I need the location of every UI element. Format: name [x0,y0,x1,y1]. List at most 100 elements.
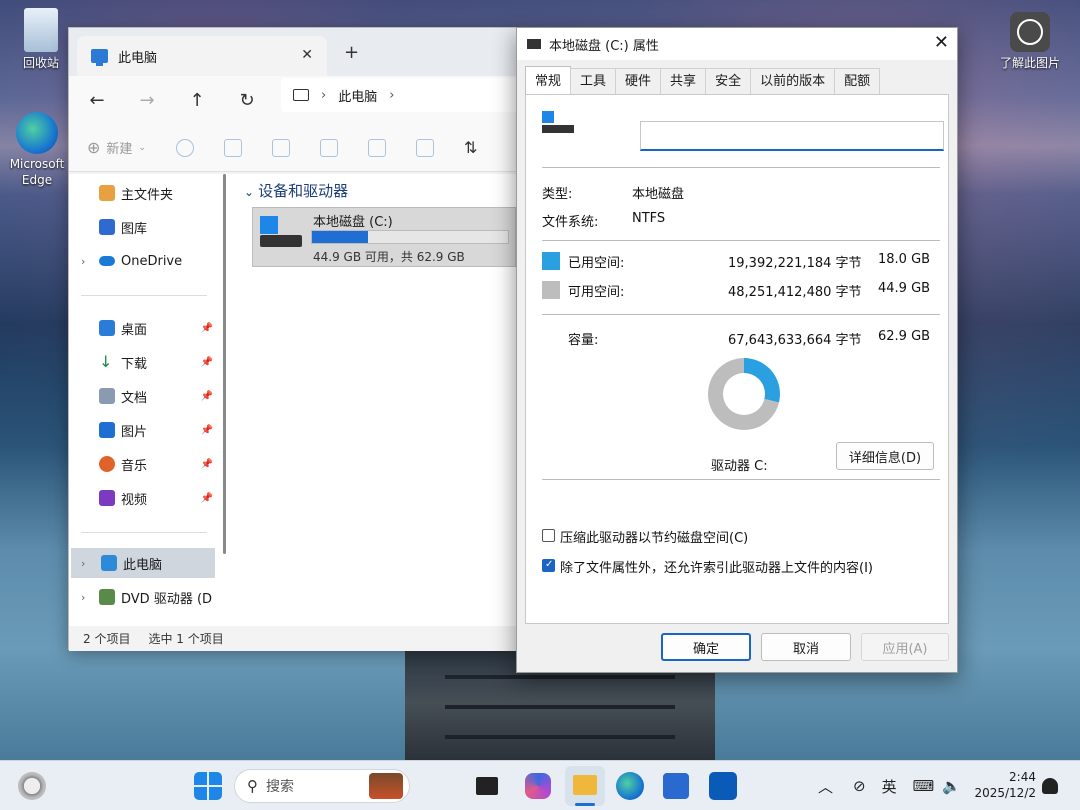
copy-icon[interactable] [223,138,242,157]
nav-item-home[interactable]: 主文件夹 [99,178,237,208]
tab-previous-versions[interactable]: 以前的版本 [750,68,836,94]
file-explorer-window: 此电脑 ✕ + ← → ↑ ↻ › 此电脑 › ⊕ 新建 ⌄ ⇅ 主文件夹 图库… [68,27,521,651]
type-label: 类型: [542,187,573,202]
pin-icon[interactable]: 📌 [201,425,213,436]
nav-label: 桌面 [121,322,148,338]
nav-item-pictures[interactable]: 图片 📌 [99,415,217,445]
used-color-swatch [542,252,560,270]
forward-icon[interactable]: → [137,90,157,111]
ime-indicator[interactable]: 英 [882,776,897,797]
details-button[interactable]: 详细信息(D) [836,442,934,470]
refresh-icon[interactable]: ↻ [237,90,257,111]
usage-donut-chart [708,358,780,430]
nav-item-thispc[interactable]: › 此电脑 [71,548,215,578]
nav-item-dvd[interactable]: › DVD 驱动器 (D [79,582,225,612]
group-header[interactable]: ⌄ 设备和驱动器 [244,180,348,201]
chevron-right-icon[interactable]: › [389,88,394,103]
pictures-icon [99,422,115,438]
desktop-icon [99,320,115,336]
tab-tools[interactable]: 工具 [570,68,617,94]
dialog-tabs: 常规 工具 硬件 共享 安全 以前的版本 配额 [525,66,881,94]
windows-logo-icon [260,216,278,234]
drive-label-input[interactable] [640,121,944,151]
input-method-icon[interactable]: ⌨ [913,777,935,795]
new-tab-icon[interactable]: + [344,42,359,63]
delete-icon[interactable] [415,138,434,157]
search-placeholder: 搜索 [266,779,294,795]
file-explorer-icon[interactable] [565,766,605,806]
copilot-icon[interactable] [525,773,551,799]
clock[interactable]: 2:44 2025/12/2 [974,769,1036,801]
ok-button[interactable]: 确定 [661,633,751,661]
share-icon[interactable] [367,138,386,157]
pin-icon[interactable]: 📌 [201,459,213,470]
sort-icon[interactable]: ⇅ [464,138,477,157]
tab-security[interactable]: 安全 [705,68,752,94]
free-color-swatch [542,281,560,299]
compress-checkbox[interactable] [542,529,555,542]
index-checkbox[interactable] [542,559,555,572]
tab-quota[interactable]: 配额 [834,68,881,94]
nav-item-documents[interactable]: 文档 📌 [99,381,217,411]
drive-c-tile[interactable]: 本地磁盘 (C:) 44.9 GB 可用，共 62.9 GB [252,207,516,267]
chevron-right-icon[interactable]: › [81,591,85,604]
chevron-right-icon[interactable]: › [81,557,85,570]
compress-label[interactable]: 压缩此驱动器以节约磁盘空间(C) [560,527,748,546]
free-gb: 44.9 GB [878,281,931,296]
cut-icon[interactable] [175,138,194,157]
notification-bell-icon[interactable] [1042,778,1058,794]
chevron-right-icon[interactable]: › [81,255,85,268]
rename-icon[interactable] [319,138,338,157]
widgets-icon[interactable] [18,772,46,800]
pin-icon[interactable]: 📌 [201,391,213,402]
pin-icon[interactable]: 📌 [201,357,213,368]
edge-icon[interactable] [616,772,644,800]
cancel-button[interactable]: 取消 [761,633,851,661]
nav-scrollbar[interactable] [223,174,226,554]
edge-shortcut-icon[interactable]: Microsoft Edge [4,112,70,188]
taskbar: ⚲ 搜索 ︿ ⊘ 英 ⌨ 🔈 2:44 2025/12/2 [0,760,1080,810]
chevron-right-icon[interactable]: › [321,88,326,103]
nav-item-videos[interactable]: 视频 📌 [99,483,217,513]
close-icon[interactable]: ✕ [934,32,949,53]
back-icon[interactable]: ← [87,90,107,111]
new-button[interactable]: ⊕ 新建 ⌄ [87,138,146,157]
tab-sharing[interactable]: 共享 [660,68,707,94]
network-icon[interactable]: ⊘ [853,777,866,795]
start-button-icon[interactable] [194,772,222,800]
taskbar-search[interactable]: ⚲ 搜索 [234,769,410,803]
nav-item-music[interactable]: 音乐 📌 [99,449,217,479]
nav-item-onedrive[interactable]: › OneDrive [79,246,217,276]
pin-icon[interactable]: 📌 [201,493,213,504]
selected-count: 选中 1 个项目 [148,632,224,646]
task-view-icon[interactable] [476,777,498,795]
tab-hardware[interactable]: 硬件 [615,68,662,94]
explorer-tab[interactable]: 此电脑 ✕ [77,36,327,76]
address-bar[interactable]: › 此电脑 › [281,78,521,112]
nav-label: 视频 [121,492,148,508]
learn-picture-icon[interactable]: 了解此图片 [992,12,1068,71]
tab-general[interactable]: 常规 [525,66,572,94]
download-icon: ↓ [99,352,113,371]
filesystem-value: NTFS [632,211,666,226]
nav-item-gallery[interactable]: 图库 [99,212,237,242]
breadcrumb[interactable]: 此电脑 [338,86,377,105]
chevron-up-icon[interactable]: ︿ [818,776,833,797]
system-tray: ︿ ⊘ 英 ⌨ 🔈 [818,761,961,810]
nav-item-downloads[interactable]: ↓ 下载 📌 [99,347,217,377]
paste-icon[interactable] [271,138,290,157]
apply-button[interactable]: 应用(A) [861,633,949,661]
volume-icon[interactable]: 🔈 [942,777,961,795]
index-label[interactable]: 除了文件属性外，还允许索引此驱动器上文件的内容(I) [560,557,873,576]
drive-usage-bar [311,230,509,244]
pin-icon[interactable]: 📌 [201,323,213,334]
up-icon[interactable]: ↑ [187,90,207,111]
close-tab-icon[interactable]: ✕ [301,47,313,63]
search-highlight-icon [369,773,403,799]
document-icon [99,388,115,404]
store-icon[interactable] [663,773,689,799]
outlook-icon[interactable] [709,772,737,800]
nav-item-desktop[interactable]: 桌面 📌 [99,313,217,343]
recycle-bin-icon[interactable]: 回收站 [6,8,76,71]
group-title: 设备和驱动器 [258,182,349,200]
